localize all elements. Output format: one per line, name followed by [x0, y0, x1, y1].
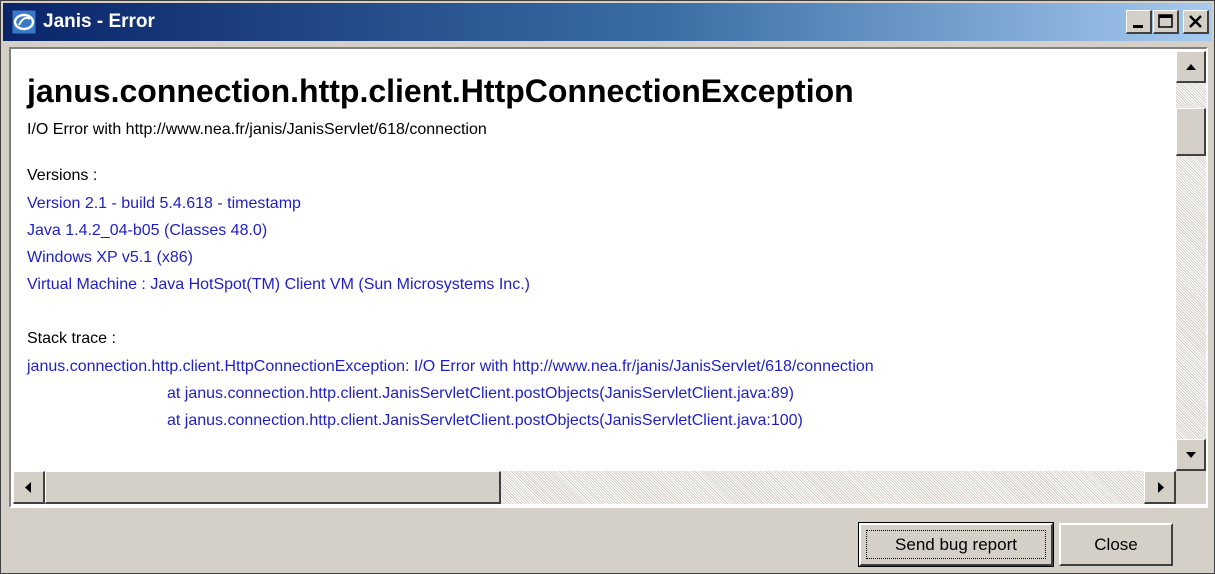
- janis-app-icon[interactable]: [11, 9, 37, 35]
- scroll-up-button[interactable]: [1176, 51, 1206, 83]
- title-bar[interactable]: Janis - Error: [3, 3, 1212, 41]
- version-line: Version 2.1 - build 5.4.618 - timestamp: [27, 195, 301, 212]
- scroll-left-button[interactable]: [13, 471, 45, 504]
- scrollbar-corner: [1176, 471, 1206, 504]
- arrow-right-icon: [1158, 482, 1164, 493]
- scroll-down-button[interactable]: [1176, 439, 1206, 471]
- stack-trace-line: at janus.connection.http.client.JanisSer…: [167, 412, 803, 429]
- version-line: Virtual Machine : Java HotSpot(TM) Clien…: [27, 276, 530, 293]
- arrow-up-icon: [1186, 64, 1196, 70]
- error-details-text[interactable]: janus.connection.http.client.HttpConnect…: [13, 51, 1176, 471]
- stack-trace-label: Stack trace :: [27, 330, 116, 347]
- versions-label: Versions :: [27, 167, 98, 184]
- minimize-button[interactable]: [1126, 10, 1152, 34]
- scroll-right-button[interactable]: [1144, 471, 1176, 504]
- send-bug-report-label: Send bug report: [866, 530, 1046, 559]
- window-title: Janis - Error: [43, 11, 155, 32]
- minimize-icon: [1133, 25, 1143, 28]
- send-bug-report-button[interactable]: Send bug report: [858, 522, 1054, 567]
- error-dialog-window: Janis - Error janus.connection.http.clie…: [0, 0, 1215, 574]
- horizontal-scrollbar[interactable]: [13, 471, 1176, 504]
- vertical-scrollbar[interactable]: [1176, 51, 1206, 471]
- close-window-button[interactable]: [1183, 10, 1209, 34]
- arrow-left-icon: [25, 482, 31, 493]
- version-line: Windows XP v5.1 (x86): [27, 249, 193, 266]
- error-message: I/O Error with http://www.nea.fr/janis/J…: [27, 121, 487, 138]
- close-icon: [1189, 15, 1202, 28]
- version-line: Java 1.4.2_04-b05 (Classes 48.0): [27, 222, 268, 239]
- maximize-button[interactable]: [1153, 10, 1179, 34]
- stack-trace-line: at janus.connection.http.client.JanisSer…: [167, 385, 794, 402]
- error-details-panel: janus.connection.http.client.HttpConnect…: [9, 47, 1208, 508]
- horizontal-scroll-thumb[interactable]: [45, 471, 501, 504]
- exception-title: janus.connection.http.client.HttpConnect…: [27, 73, 854, 109]
- stack-trace-line: janus.connection.http.client.HttpConnect…: [27, 358, 874, 375]
- close-button[interactable]: Close: [1059, 523, 1173, 566]
- arrow-down-icon: [1186, 452, 1196, 458]
- vertical-scroll-thumb[interactable]: [1176, 107, 1206, 156]
- maximize-icon: [1158, 14, 1173, 28]
